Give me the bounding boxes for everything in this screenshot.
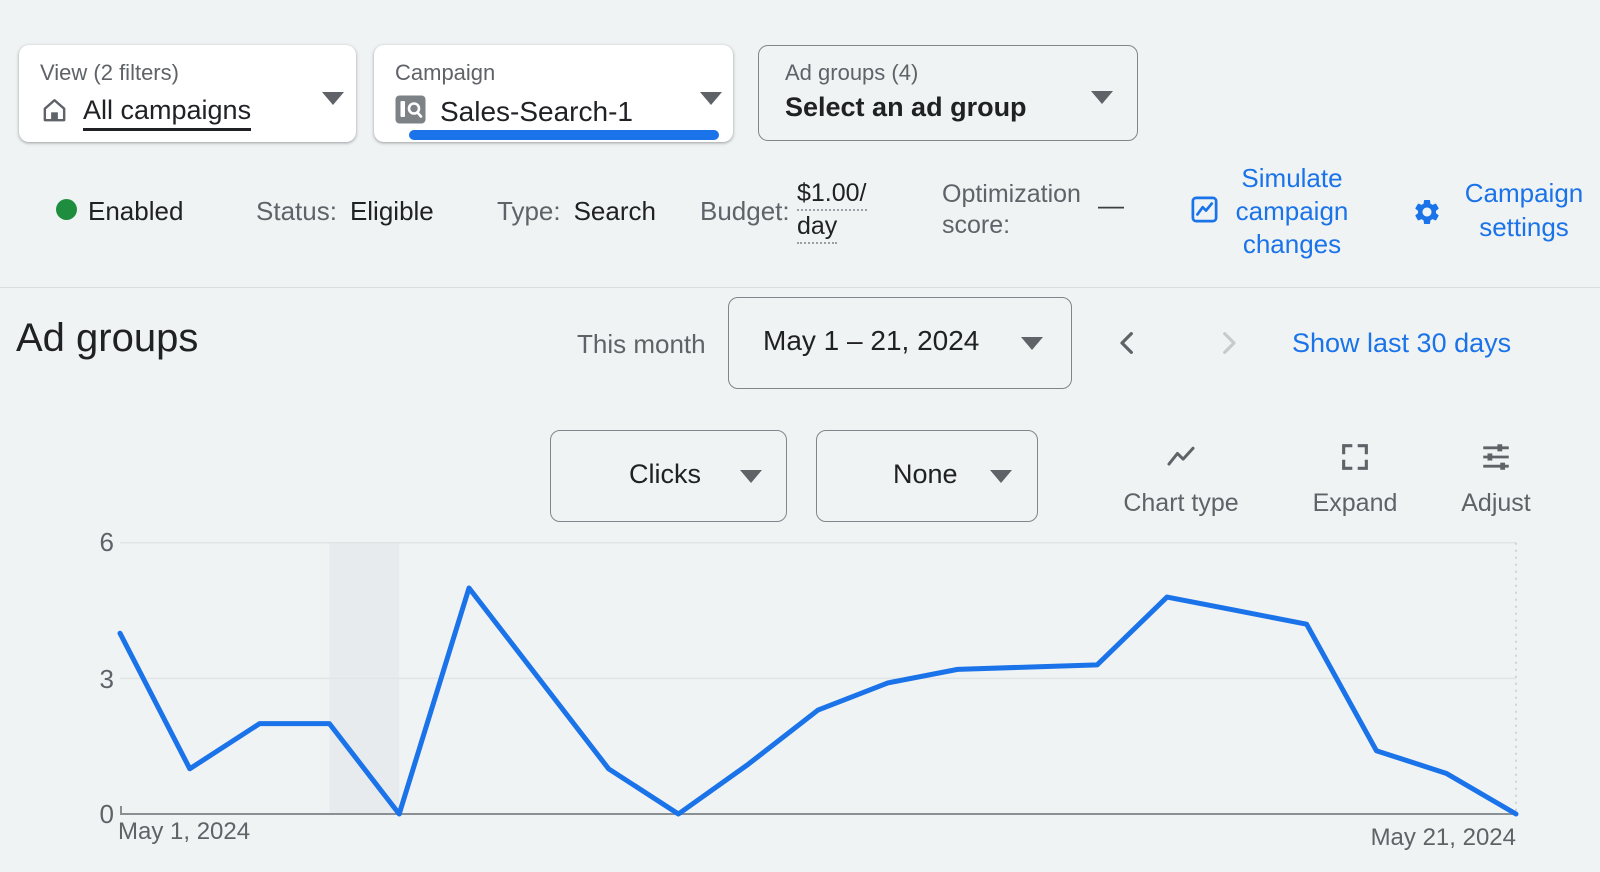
budget-value-link[interactable]: $1.00/ day — [797, 178, 867, 244]
budget-amount: $1.00/ — [797, 178, 867, 211]
view-filter-value: All campaigns — [83, 95, 252, 131]
tune-sliders-icon — [1479, 444, 1513, 478]
next-period-button[interactable] — [1212, 327, 1244, 359]
chevron-down-icon — [740, 470, 762, 483]
clicks-line-chart[interactable] — [0, 500, 1600, 872]
ad-group-filter-value: Select an ad group — [785, 92, 1027, 122]
chevron-down-icon — [1091, 91, 1113, 104]
campaign-filter-label: Campaign — [395, 60, 496, 85]
page-title: Ad groups — [16, 316, 199, 360]
enabled-status-dot — [56, 199, 77, 220]
date-range-dropdown[interactable]: May 1 – 21, 2024 — [728, 297, 1072, 389]
section-divider — [0, 287, 1600, 288]
google-ads-campaign-overview: View (2 filters) All campaigns Campaign — [0, 0, 1600, 872]
campaign-status: Status: Eligible — [256, 196, 434, 227]
view-filter-dropdown[interactable]: View (2 filters) All campaigns — [19, 45, 356, 142]
simulate-campaign-changes-link[interactable]: Simulate campaign changes — [1228, 162, 1356, 261]
chevron-down-icon — [990, 470, 1012, 483]
metric-2-value: None — [893, 459, 958, 489]
campaign-filter-value: Sales-Search-1 — [440, 96, 633, 127]
optimization-score-label: Optimization score: — [942, 180, 1081, 239]
status-label: Status: — [256, 196, 337, 226]
x-axis-start-label: May 1, 2024 — [118, 818, 251, 845]
ad-group-filter-label: Ad groups (4) — [785, 60, 919, 85]
home-icon — [40, 96, 69, 130]
previous-period-button[interactable] — [1112, 327, 1144, 359]
ad-group-filter-dropdown[interactable]: Ad groups (4) Select an ad group — [758, 45, 1138, 141]
chevron-down-icon — [1021, 337, 1043, 350]
type-label: Type: — [497, 196, 561, 226]
optimization-score-value: — — [1098, 190, 1124, 220]
status-value: Eligible — [349, 196, 434, 226]
active-campaign-indicator-bar — [409, 130, 719, 140]
gear-icon — [1412, 197, 1442, 232]
campaign-icon — [395, 95, 426, 129]
view-filter-label: View (2 filters) — [40, 60, 179, 85]
budget-period: day — [797, 211, 838, 244]
campaign-type: Type: Search — [497, 196, 656, 227]
type-value: Search — [573, 196, 656, 226]
campaign-settings-link[interactable]: Campaign settings — [1456, 176, 1592, 244]
campaign-filter-dropdown[interactable]: Campaign Sales-Search-1 — [374, 45, 733, 142]
date-range-value: May 1 – 21, 2024 — [763, 325, 980, 356]
budget-label: Budget: — [700, 196, 790, 226]
period-label: This month — [577, 329, 706, 359]
simulate-chart-icon — [1189, 194, 1220, 230]
enabled-status-text: Enabled — [88, 196, 184, 226]
show-last-30-days-link[interactable]: Show last 30 days — [1292, 328, 1511, 359]
line-chart-icon — [1162, 446, 1200, 478]
metric-1-value: Clicks — [629, 459, 701, 489]
x-axis-end-label: May 21, 2024 — [1370, 824, 1516, 851]
chevron-down-icon — [700, 92, 722, 105]
expand-corners-icon — [1338, 444, 1372, 478]
none-series-swatch — [855, 472, 877, 482]
chevron-down-icon — [322, 92, 344, 105]
clicks-series-swatch — [591, 472, 613, 482]
